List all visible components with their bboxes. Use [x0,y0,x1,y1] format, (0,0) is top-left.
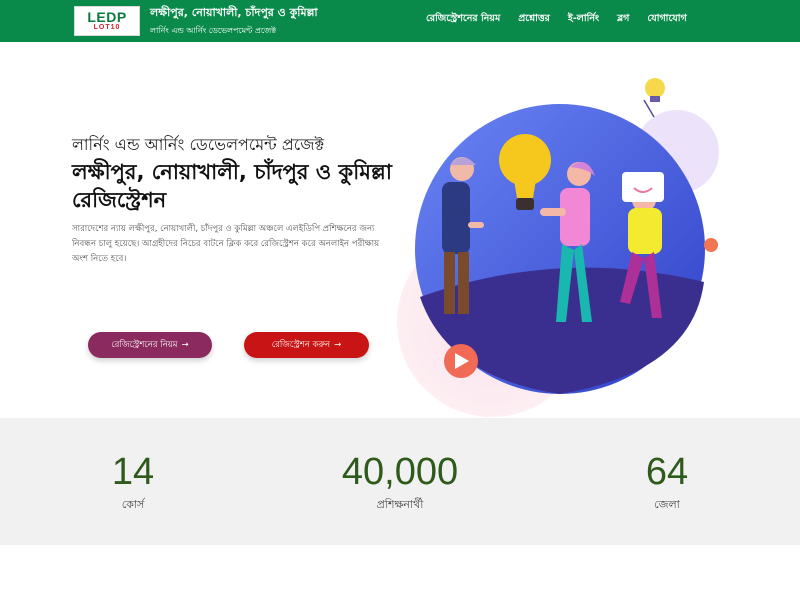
nav-elearning[interactable]: ই-লার্নিং [568,12,599,27]
logo-sub-text: LOT10 [93,23,121,31]
register-button[interactable]: রেজিস্ট্রেশন করুন → [244,332,369,358]
stat-trainees: 40,000 প্রশিক্ষনার্থী [290,450,510,515]
hero-illustration [397,78,719,417]
hanging-lightbulb-icon [643,78,665,118]
nav-faq[interactable]: প্রশ্নোত্তর [518,12,550,27]
stat-districts: 64 জেলা [557,450,777,515]
stat-districts-value: 64 [645,451,689,493]
site-logo[interactable]: LEDP LOT10 [74,6,140,36]
hero-kicker: লার্নিং এন্ড আর্নিং ডেভেলপমেন্ট প্রজেক্ট [72,135,325,154]
stat-courses-value: 14 [111,451,155,493]
stat-trainees-value: 40,000 [341,451,459,493]
accent-dot [704,238,718,252]
stat-courses-label: কোর্স [121,498,145,511]
stats-band: 14 কোর্স 40,000 প্রশিক্ষনার্থী 64 জেলা [0,418,800,545]
nav-blog[interactable]: ব্লগ [617,12,629,27]
top-navbar: LEDP LOT10 লক্ষীপুর, নোয়াখালী, চাঁদপুর … [0,0,800,42]
stat-trainees-label: প্রশিক্ষনার্থী [376,498,424,511]
arrow-right-icon: → [181,340,189,350]
hero-description: সারাদেশের ন্যায় লক্ষীপুর, নোয়াখালী, চা… [72,224,380,264]
stat-courses: 14 কোর্স [23,450,243,515]
logo-main-text: LEDP [87,8,127,25]
smile-sign [622,172,664,202]
site-title: লক্ষীপুর, নোয়াখালী, চাঁদপুর ও কুমিল্লা [150,6,318,19]
nav-registration-rules[interactable]: রেজিস্ট্রেশনের নিয়ম [426,12,500,27]
registration-rules-button-label: রেজিস্ট্রেশনের নিয়ম [111,340,178,350]
site-subtitle: লার্নিং এন্ড আর্নিং ডেভেলপমেন্ট প্রজেক্ট [150,26,277,35]
nav-contact[interactable]: যোগাযোগ [647,12,686,27]
register-button-label: রেজিস্ট্রেশন করুন [271,340,331,350]
stat-districts-label: জেলা [654,498,680,511]
arrow-right-icon: → [334,340,342,350]
play-button[interactable] [444,344,478,378]
hero-title: লক্ষীপুর, নোয়াখালী, চাঁদপুর ও কুমিল্লা … [72,160,392,212]
main-nav: রেজিস্ট্রেশনের নিয়ম প্রশ্নোত্তর ই-লার্ন… [426,12,687,27]
registration-rules-button[interactable]: রেজিস্ট্রেশনের নিয়ম → [88,332,212,358]
